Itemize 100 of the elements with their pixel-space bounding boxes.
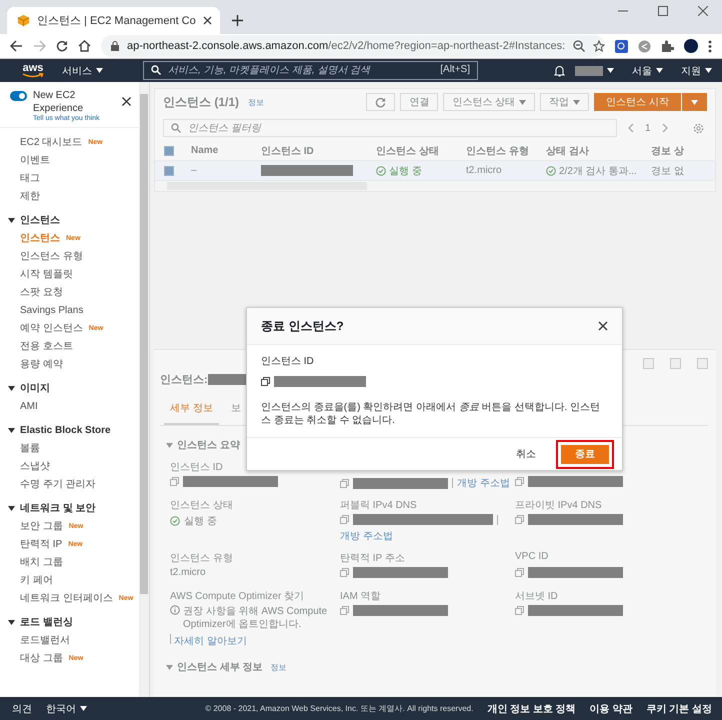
- caret-icon[interactable]: [8, 506, 15, 510]
- address-field[interactable]: ap-northeast-2.console.aws.amazon.com/ec2/v2/home?region=ap-northeast-2#Instances:: [101, 35, 605, 57]
- toggle-switch[interactable]: [10, 91, 27, 101]
- sidebar-item[interactable]: 제한: [20, 189, 40, 203]
- field-label: VPC ID: [515, 551, 550, 563]
- sidebar-item[interactable]: 전용 호스트: [20, 339, 73, 353]
- field-value: t2.micro: [170, 567, 206, 578]
- menu-icon[interactable]: [708, 40, 712, 52]
- sidebar-item[interactable]: 배치 그룹: [20, 555, 63, 569]
- sidebar-item[interactable]: 네트워크 인터페이스: [20, 591, 113, 605]
- close-icon[interactable]: [698, 6, 708, 16]
- caret-icon: [705, 68, 712, 73]
- caret-icon[interactable]: [8, 386, 15, 390]
- sidebar-item[interactable]: 용량 예약: [20, 357, 63, 371]
- field-label: 인스턴스 ID: [170, 461, 224, 472]
- refresh-icon: [375, 96, 386, 108]
- sidebar-item[interactable]: 대상 그룹: [20, 651, 63, 665]
- services-menu[interactable]: 서비스: [62, 64, 103, 78]
- caret-icon: [80, 706, 87, 711]
- language-menu[interactable]: 한국어: [46, 702, 87, 716]
- sidebar-item[interactable]: Savings Plans: [20, 304, 84, 316]
- sidebar-item[interactable]: 예약 인스턴스: [20, 321, 83, 335]
- copy-icon[interactable]: [261, 377, 270, 386]
- support-menu[interactable]: 지원: [681, 64, 712, 78]
- profile-avatar[interactable]: [684, 39, 698, 53]
- sidebar-item[interactable]: 스냅샷: [20, 459, 50, 473]
- section-header[interactable]: 로드 밸런싱: [20, 615, 73, 629]
- table-cell: t2.micro: [466, 165, 502, 176]
- feedback-link[interactable]: 의견: [12, 702, 32, 716]
- toggle-label: New EC2 Experience: [33, 89, 84, 114]
- panel-title: 인스턴스 (1/1): [163, 94, 240, 110]
- table-cell-text: 2/2개 검사 통과...: [559, 164, 637, 178]
- cube-icon: [17, 14, 30, 27]
- section-header[interactable]: 이미지: [20, 381, 50, 395]
- sidebar-item[interactable]: 인스턴스 유형: [20, 249, 83, 263]
- sidebar-item[interactable]: 볼륨: [20, 441, 40, 455]
- field-label: 퍼블릭 IPv4 DNS: [340, 499, 418, 510]
- dropdown-button[interactable]: [682, 93, 707, 111]
- check-circle-icon: [170, 516, 180, 526]
- search-icon: [171, 123, 181, 133]
- close-icon[interactable]: [598, 321, 608, 331]
- cancel-button[interactable]: 취소: [510, 447, 542, 461]
- field-label: IAM 역할: [340, 590, 382, 601]
- caret-icon[interactable]: [8, 620, 15, 624]
- plus-icon[interactable]: [232, 15, 243, 26]
- back-arrow-icon[interactable]: [10, 40, 23, 52]
- logo[interactable]: aws: [22, 62, 44, 72]
- footer-link[interactable]: 쿠키 기본 설정: [646, 702, 712, 716]
- field-label: 프라이빗 IPv4 DNS: [515, 499, 603, 510]
- sidebar-item[interactable]: EC2 대시보드: [20, 135, 82, 149]
- field-label: 서브넷 ID: [515, 590, 559, 601]
- sidebar-item[interactable]: AMI: [20, 400, 38, 412]
- field-value: 실행 중: [184, 515, 217, 528]
- extension-icon[interactable]: [638, 40, 651, 52]
- field-label: 인스턴스 상태: [170, 499, 234, 510]
- section-header[interactable]: Elastic Block Store: [20, 424, 111, 436]
- caret-icon[interactable]: [8, 428, 15, 432]
- footer-link[interactable]: 개인 정보 보호 정책: [487, 702, 576, 716]
- sidebar-item[interactable]: 시작 템플릿: [20, 267, 73, 281]
- caret-icon: [96, 68, 103, 73]
- table-cell: –: [191, 165, 197, 176]
- footer-link[interactable]: 이용 약관: [590, 702, 632, 716]
- sidebar-item[interactable]: 키 페어: [20, 573, 53, 587]
- caret-icon[interactable]: [8, 218, 15, 222]
- bell-icon[interactable]: [554, 64, 565, 76]
- search-icon: [151, 65, 161, 75]
- section-header[interactable]: 네트워크 및 보안: [20, 501, 96, 515]
- checkbox[interactable]: [164, 146, 174, 156]
- refresh-button[interactable]: [366, 93, 396, 111]
- sidebar-item[interactable]: 수명 주기 관리자: [20, 477, 96, 491]
- field-label: 인스턴스 유형: [170, 552, 234, 563]
- settings-icon[interactable]: [692, 122, 704, 134]
- check-circle-icon: [376, 166, 386, 176]
- maximize-icon[interactable]: [658, 6, 668, 16]
- caret-icon: [519, 100, 526, 104]
- caret-icon[interactable]: [607, 68, 614, 73]
- sidebar-item[interactable]: 탄력적 IP: [20, 537, 62, 551]
- star-icon[interactable]: [593, 40, 606, 52]
- table-cell-text: 경보 없: [651, 164, 684, 178]
- reload-icon[interactable]: [56, 40, 68, 52]
- home-icon[interactable]: [78, 40, 91, 52]
- zoom-icon[interactable]: [573, 40, 586, 52]
- browser-tab[interactable]: 인스턴스 | EC2 Management Co: [7, 7, 220, 34]
- sidebar-item[interactable]: 보안 그룹: [20, 519, 63, 533]
- redacted-block: [575, 66, 603, 76]
- region-menu[interactable]: 서울: [632, 64, 663, 78]
- sidebar-item[interactable]: 로드밸런서: [20, 633, 70, 647]
- sidebar-item[interactable]: 이벤트: [20, 153, 50, 167]
- section-header[interactable]: 인스턴스: [20, 213, 60, 227]
- close-icon[interactable]: [202, 16, 212, 25]
- sidebar-item[interactable]: 스팟 요청: [20, 285, 63, 299]
- checkbox[interactable]: [164, 166, 174, 176]
- close-icon[interactable]: [122, 97, 131, 106]
- puzzle-icon[interactable]: [661, 40, 674, 52]
- filter-field[interactable]: 인스턴스 필터링: [163, 119, 617, 137]
- scrollbar[interactable]: [139, 82, 149, 697]
- extension-icon[interactable]: [615, 40, 628, 52]
- caret-icon: [656, 68, 663, 73]
- smile-arrow-icon: [22, 72, 44, 78]
- sidebar-item[interactable]: 태그: [20, 171, 40, 185]
